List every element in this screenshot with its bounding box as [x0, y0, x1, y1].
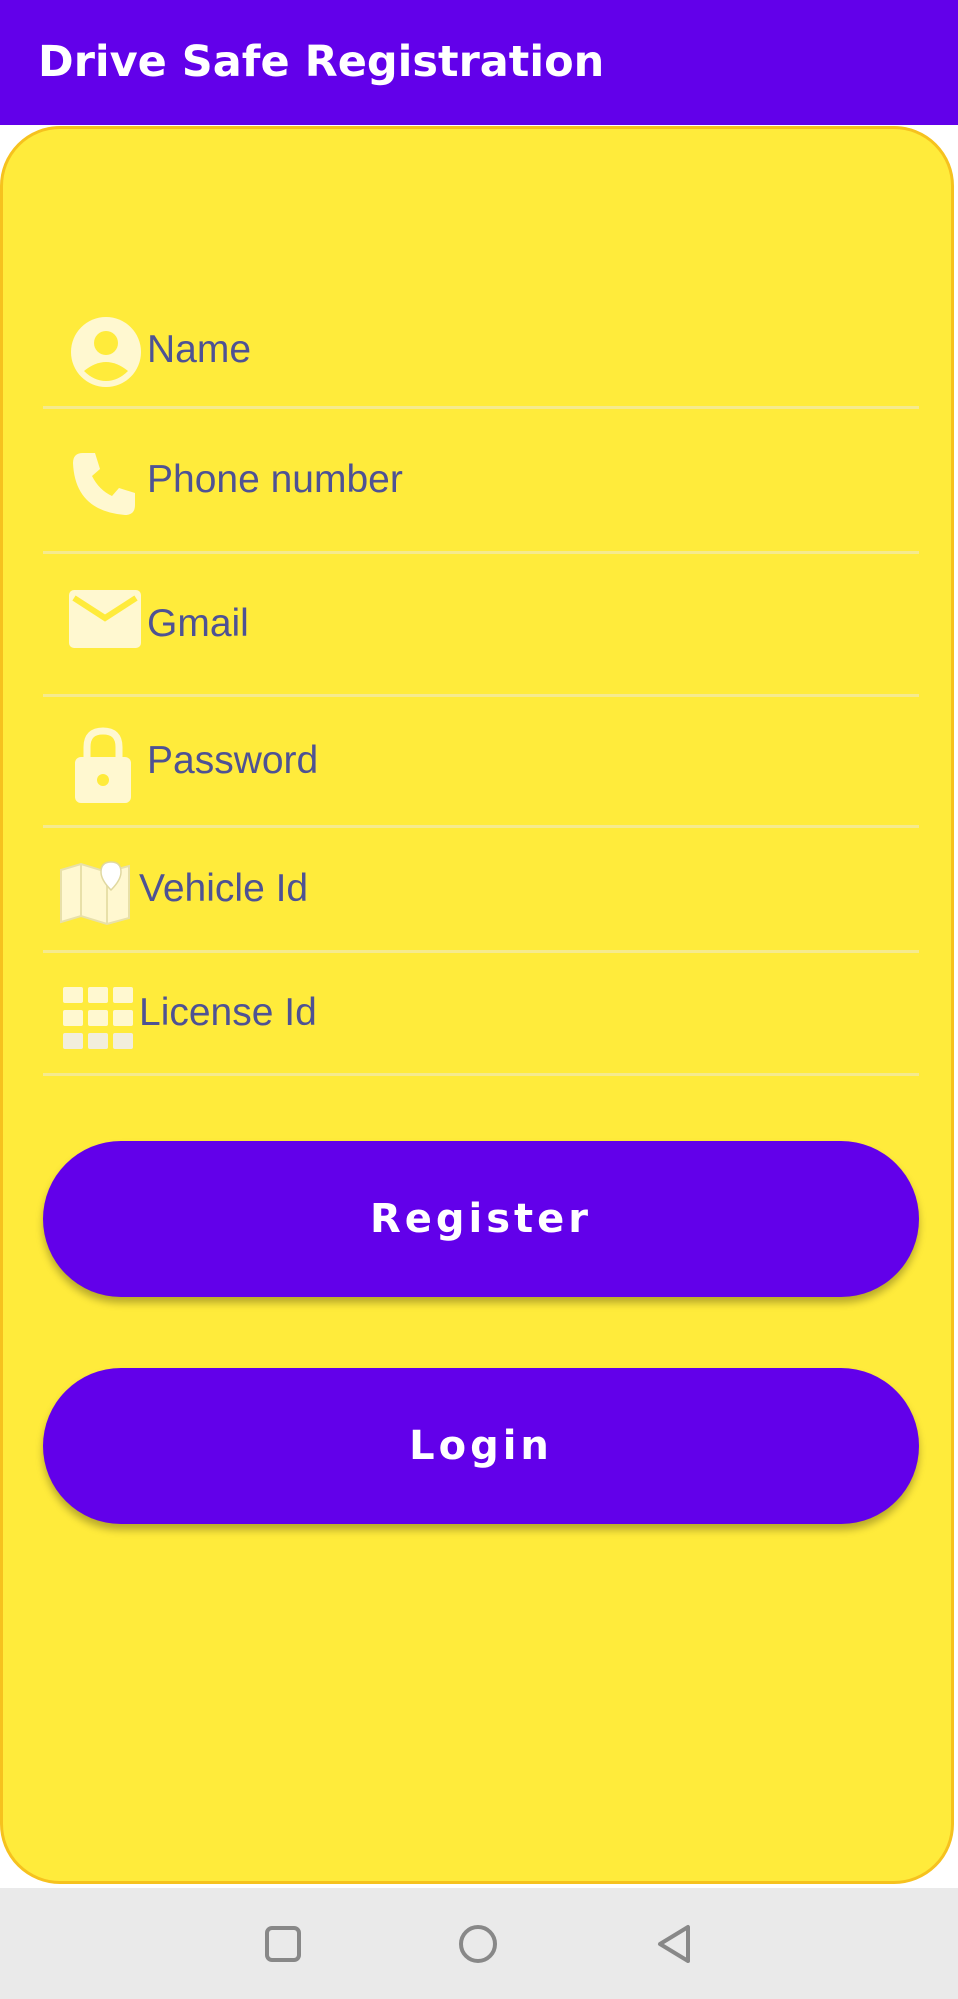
home-icon [459, 1924, 497, 1963]
registration-card: Register Login [0, 126, 954, 1884]
vehicle-id-field-row [43, 828, 919, 953]
license-id-field-row [43, 953, 919, 1076]
password-input[interactable] [147, 697, 919, 825]
phone-field-row [43, 409, 919, 554]
recents-icon [265, 1925, 301, 1962]
app-title: Drive Safe Registration [38, 37, 605, 87]
login-button[interactable]: Login [43, 1368, 919, 1524]
license-id-input[interactable] [139, 953, 919, 1073]
lock-icon [75, 727, 131, 803]
person-icon [71, 317, 141, 387]
recents-button[interactable] [238, 1888, 328, 1999]
home-button[interactable] [433, 1888, 523, 1999]
app-bar: Drive Safe Registration [0, 0, 958, 125]
register-button[interactable]: Register [43, 1141, 919, 1297]
gmail-input[interactable] [147, 554, 919, 694]
gmail-field-row [43, 554, 919, 697]
name-field-row [43, 293, 919, 409]
mail-icon [69, 590, 141, 648]
phone-number-input[interactable] [147, 409, 919, 551]
system-nav-bar [0, 1888, 958, 1999]
phone-icon [73, 453, 135, 515]
vehicle-id-input[interactable] [139, 828, 919, 950]
grid-icon [63, 987, 133, 1049]
back-button[interactable] [630, 1888, 720, 1999]
password-field-row [43, 697, 919, 828]
name-input[interactable] [147, 293, 919, 406]
map-icon [60, 861, 130, 926]
back-icon [658, 1924, 690, 1963]
